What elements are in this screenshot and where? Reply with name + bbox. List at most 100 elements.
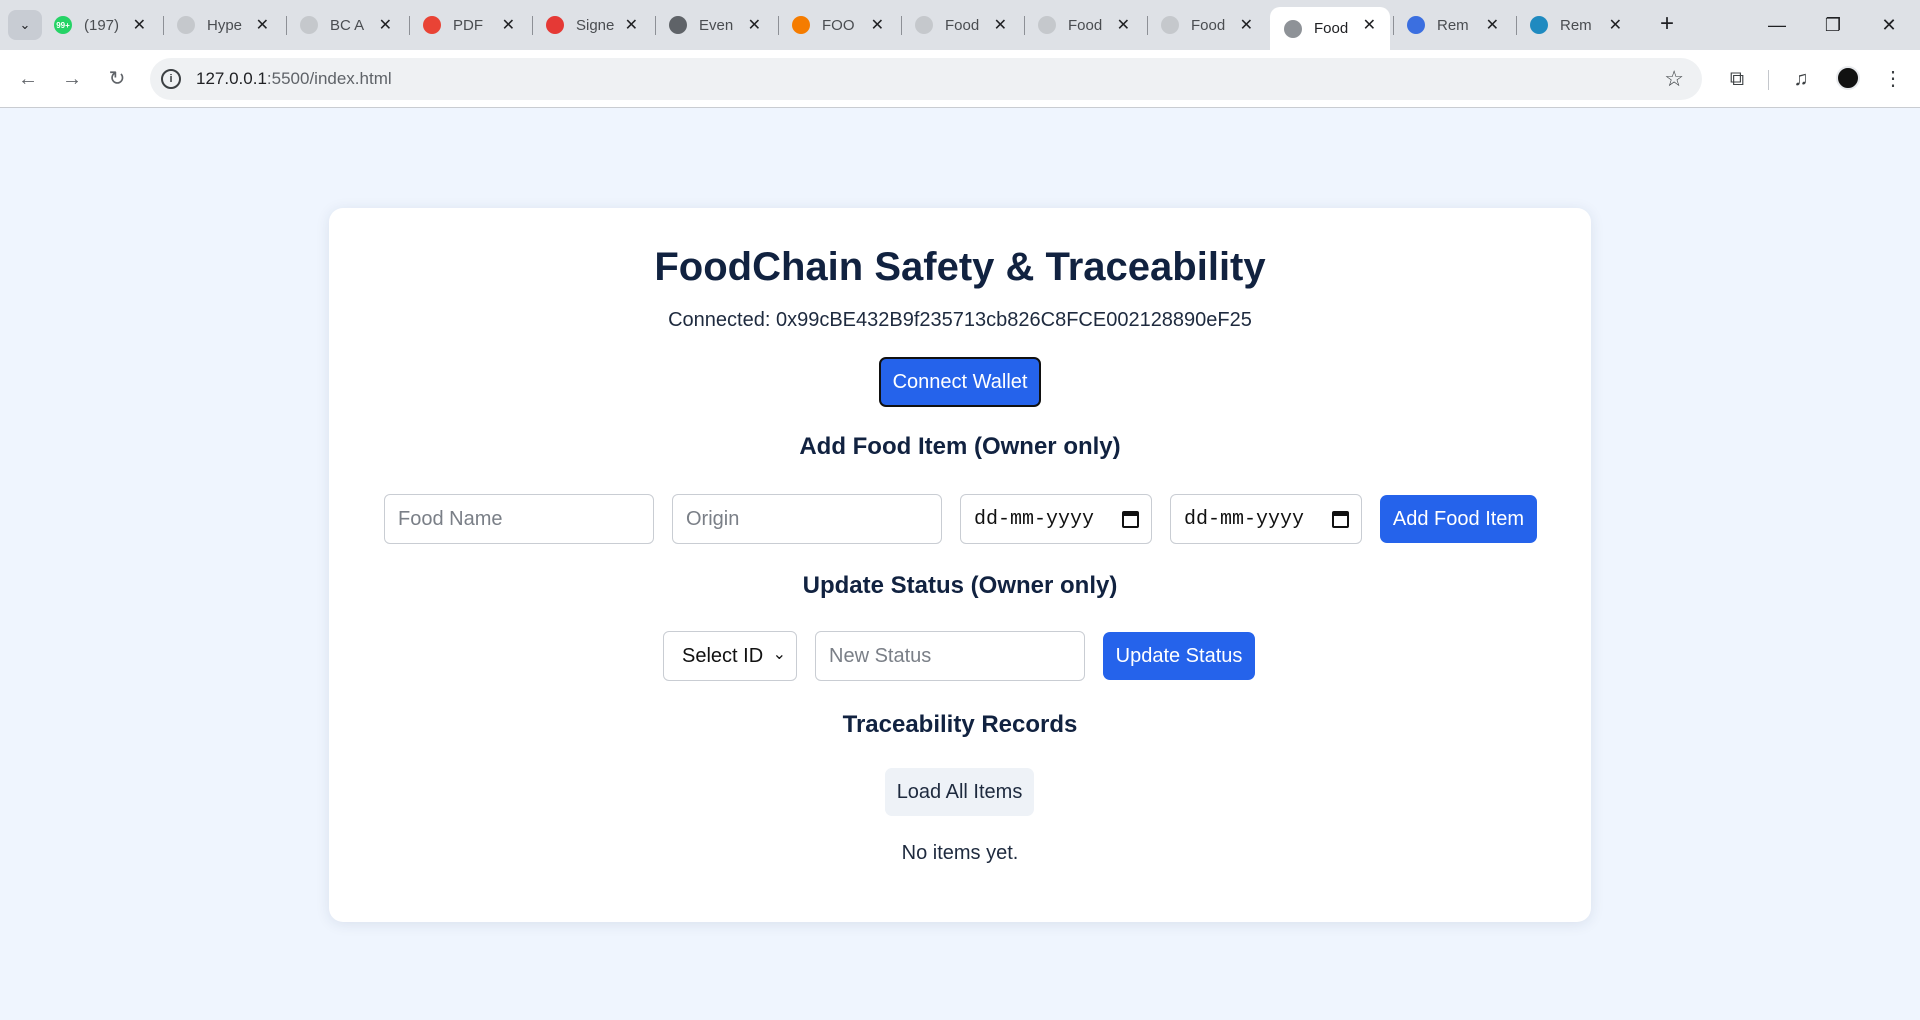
tab-separator [901,16,902,35]
close-tab-icon[interactable]: ✕ [871,15,884,35]
browser-tab[interactable]: Hype ✕ [163,7,283,43]
arrow-left-icon: ← [18,68,38,90]
add-food-item-button[interactable]: Add Food Item [1380,495,1537,543]
close-tab-icon[interactable]: ✕ [502,15,515,35]
plus-icon: + [1659,10,1674,37]
minimize-icon: — [1768,15,1786,35]
close-window-button[interactable]: ✕ [1866,10,1912,40]
close-tab-icon[interactable]: ✕ [133,15,146,35]
tab-separator [409,16,410,35]
browser-tab[interactable]: BC A ✕ [286,7,406,43]
back-button[interactable]: ← [13,64,43,94]
tab-title: PDF [453,16,483,34]
food-name-input[interactable]: Food Name [384,494,654,544]
restore-button[interactable]: ❐ [1810,10,1856,40]
tab-title: Food [1314,20,1349,37]
media-controls-icon[interactable]: ♫ [1786,64,1816,94]
remix-icon [1530,16,1548,34]
w-icon [546,16,564,34]
minimize-button[interactable]: — [1754,10,1800,40]
browser-tab[interactable]: FOO ✕ [778,7,898,43]
browser-tab[interactable]: Rem ✕ [1516,7,1636,43]
whatsapp-icon: 99+ [54,16,72,34]
tab-separator [655,16,656,35]
toolbar-divider [1768,70,1769,90]
expiry-date-input[interactable]: dd-mm-yyyy [1170,494,1362,544]
chevron-down-icon: ⌄ [772,646,786,663]
page-title: FoodChain Safety & Traceability [654,245,1266,289]
menu-dots-icon[interactable]: ⋮ [1878,64,1908,94]
tab-separator [1024,16,1025,35]
tab-separator [1393,16,1394,35]
reload-icon: ↻ [108,68,126,90]
origin-input[interactable]: Origin [672,494,942,544]
tab-title: Rem [1437,16,1469,34]
tab-title: FOO [822,16,855,34]
globe-icon [177,16,195,34]
tab-strip: ⌄ 99+ (197) ✕ Hype ✕ BC A ✕ PDF ✕ Signe ✕ Even ✕ FOO ✕… [0,0,1920,50]
url-host: 127.0.0.1 [196,69,267,88]
select-value: Select ID [682,644,764,667]
calendar-icon[interactable] [1332,510,1349,528]
load-all-items-button[interactable]: Load All Items [885,768,1034,816]
bookmark-star-icon[interactable]: ☆ [1664,66,1684,92]
traceability-records-heading: Traceability Records [842,711,1078,738]
close-tab-icon[interactable]: ✕ [994,15,1007,35]
browser-tab[interactable]: Even ✕ [655,7,775,43]
globe-icon [1284,19,1302,38]
app-card: FoodChain Safety & Traceability Connecte… [329,208,1591,922]
tab-title: BC A [330,16,365,34]
forward-button[interactable]: → [57,64,87,94]
item-id-select[interactable]: Select ID ⌄ [663,631,797,681]
tab-separator [286,16,287,35]
calendar-icon[interactable] [1122,510,1139,528]
browser-tab[interactable]: 99+ (197) ✕ [40,7,160,43]
chevron-down-icon: ⌄ [19,17,31,32]
tab-separator [778,16,779,35]
date-placeholder: dd-mm-yyyy [974,507,1095,531]
close-tab-icon[interactable]: ✕ [625,15,638,35]
flame-icon [792,16,810,34]
close-tab-icon[interactable]: ✕ [1609,15,1622,35]
add-item-heading: Add Food Item (Owner only) [799,433,1121,460]
site-info-icon[interactable]: i [161,69,181,89]
browser-tab[interactable]: Rem ✕ [1393,7,1513,43]
close-tab-icon[interactable]: ✕ [1363,15,1376,35]
address-bar[interactable]: i 127.0.0.1:5500/index.html ☆ [150,58,1702,100]
close-icon: ✕ [1881,15,1897,35]
close-tab-icon[interactable]: ✕ [1486,15,1499,35]
url-text[interactable]: 127.0.0.1:5500/index.html [196,69,392,89]
globe-icon [300,16,318,34]
new-tab-button[interactable]: + [1652,10,1682,40]
browser-tab[interactable]: Food ✕ [1147,7,1267,43]
close-tab-icon[interactable]: ✕ [379,15,392,35]
browser-tab[interactable]: Food ✕ [901,7,1021,43]
tab-title: (197) [84,16,120,34]
close-tab-icon[interactable]: ✕ [748,15,761,35]
openai-icon [669,16,687,34]
profile-avatar[interactable] [1836,66,1860,90]
tab-title: Food [1191,16,1226,34]
connected-address: Connected: 0x99cBE432B9f235713cb826C8FCE… [668,309,1252,331]
browser-tab[interactable]: Food ✕ [1024,7,1144,43]
tab-search-button[interactable]: ⌄ [8,10,42,40]
browser-tab[interactable]: Food ✕ [1270,7,1390,50]
tab-title: Food [945,16,980,34]
extensions-icon[interactable]: ⧉ [1722,64,1752,94]
tab-title: Signe [576,16,615,34]
globe-icon [1038,16,1056,34]
close-tab-icon[interactable]: ✕ [256,15,269,35]
new-status-input[interactable]: New Status [815,631,1085,681]
reload-button[interactable]: ↻ [102,64,132,94]
browser-tab[interactable]: Signe ✕ [532,7,652,43]
browser-tab[interactable]: PDF ✕ [409,7,529,43]
update-status-button[interactable]: Update Status [1103,632,1255,680]
close-tab-icon[interactable]: ✕ [1117,15,1130,35]
harvest-date-input[interactable]: dd-mm-yyyy [960,494,1152,544]
globe-icon [915,16,933,34]
browser-toolbar: ← → ↻ i 127.0.0.1:5500/index.html ☆ ⧉ ♫ … [0,50,1920,108]
close-tab-icon[interactable]: ✕ [1240,15,1253,35]
connect-wallet-button[interactable]: Connect Wallet [879,357,1041,407]
update-status-heading: Update Status (Owner only) [802,572,1118,599]
tab-title: Rem [1560,16,1592,34]
